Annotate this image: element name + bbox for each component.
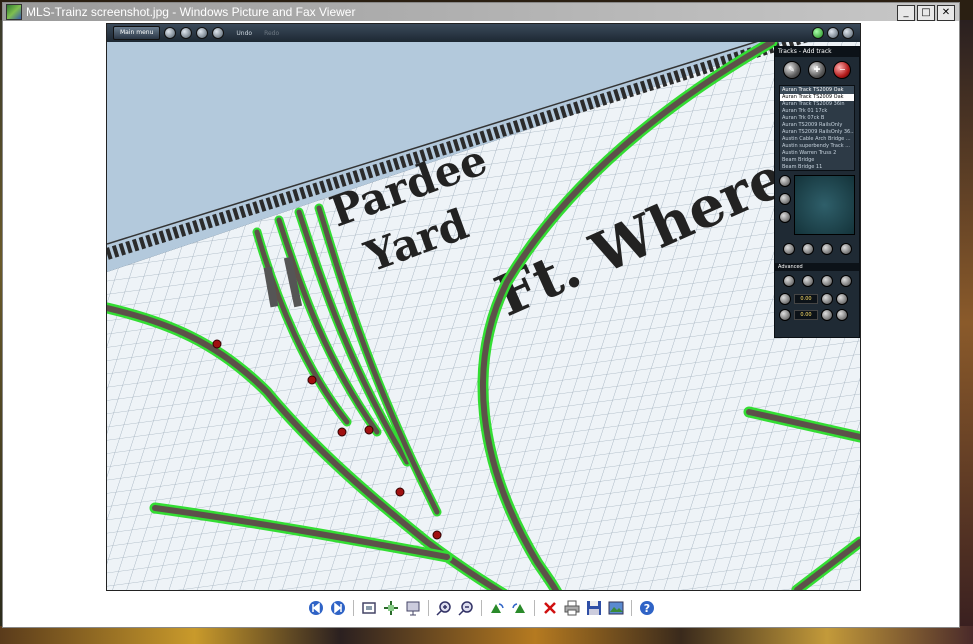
junction-marker [395, 487, 405, 497]
rotate-counterclockwise-icon[interactable] [510, 599, 528, 617]
add-track-tool-icon[interactable]: ✎ [782, 61, 801, 79]
delete-track-tool-icon[interactable]: − [833, 61, 852, 79]
toolbar-circle-icon[interactable] [212, 27, 225, 39]
redo-button[interactable]: Redo [264, 30, 279, 37]
status-green-icon[interactable] [812, 27, 824, 39]
list-item[interactable]: Beam Bridge [780, 157, 854, 164]
zoom-out-icon[interactable] [457, 599, 475, 617]
toolbar-circle-icon[interactable] [196, 27, 209, 39]
junction-marker [307, 375, 317, 385]
slideshow-icon[interactable] [404, 599, 422, 617]
best-fit-icon[interactable] [360, 599, 378, 617]
toolbar-circle-icon[interactable] [842, 27, 854, 39]
toolbar-separator [480, 600, 482, 616]
help-icon[interactable]: ? [638, 599, 656, 617]
tool-icon[interactable] [782, 243, 795, 255]
pan-preview-icon[interactable] [779, 211, 791, 223]
tool-icon[interactable] [820, 275, 833, 287]
toolbar-separator [352, 600, 354, 616]
list-item[interactable]: Auran Track TS2009 Oak [780, 94, 854, 101]
panel-title: Tracks - Add track [775, 47, 859, 57]
toolbar-separator [427, 600, 429, 616]
main-menu-button[interactable]: Main menu [113, 26, 161, 40]
toolbar-circle-icon[interactable] [164, 27, 177, 39]
picture-viewer-window: MLS-Trainz screenshot.jpg - Windows Pict… [2, 2, 960, 628]
decrement-icon[interactable] [779, 309, 791, 321]
title-bar[interactable]: MLS-Trainz screenshot.jpg - Windows Pict… [3, 3, 959, 21]
insert-spline-point-icon[interactable]: ✚ [807, 61, 826, 79]
save-icon[interactable] [585, 599, 603, 617]
rotate-preview-icon[interactable] [779, 175, 791, 187]
list-item[interactable]: Austin Warren Truss 2 [780, 150, 854, 157]
tool-icon[interactable] [839, 275, 852, 287]
window-title: MLS-Trainz screenshot.jpg - Windows Pict… [26, 5, 356, 19]
tool-icon[interactable] [801, 275, 814, 287]
toolbar-circle-icon[interactable] [827, 27, 839, 39]
tool-icon[interactable] [836, 309, 848, 321]
zoom-preview-icon[interactable] [779, 193, 791, 205]
list-item[interactable]: Beam Bridge 11 [780, 164, 854, 170]
tool-icon[interactable] [836, 293, 848, 305]
list-item[interactable]: Auran Track TS2009 36in [780, 101, 854, 108]
asset-preview [794, 175, 855, 235]
list-item[interactable]: Austin Cable Arch Bridge ... [780, 136, 854, 143]
svg-text:?: ? [643, 602, 649, 615]
rotate-clockwise-icon[interactable] [488, 599, 506, 617]
close-button[interactable]: ✕ [937, 5, 955, 21]
selected-asset-header: Auran Track TS2009 Oak [780, 86, 854, 94]
desktop-background-right [958, 20, 973, 626]
game-scene: Pardee Yard Ft. Whereami [107, 42, 860, 590]
junction-marker [337, 427, 347, 437]
app-icon [6, 4, 22, 20]
list-item[interactable]: Austin superbendy Track ... [780, 143, 854, 150]
previous-image-icon[interactable] [307, 599, 325, 617]
list-item[interactable]: Auran TS2009 RailsOnly 36... [780, 129, 854, 136]
cancel-icon[interactable] [801, 243, 814, 255]
list-item[interactable]: Auran TS2009 RailsOnly [780, 122, 854, 129]
increment-icon[interactable] [821, 309, 833, 321]
list-item[interactable]: Auran Trk 07ck B [780, 115, 854, 122]
image-canvas[interactable]: Main menu Undo Redo Pardee Yard Ft. Wher… [106, 23, 861, 591]
minimize-button[interactable]: _ [897, 5, 915, 21]
desktop-background-bottom [0, 626, 973, 644]
delete-icon[interactable] [541, 599, 559, 617]
junction-marker [364, 425, 374, 435]
junction-marker [212, 339, 222, 349]
zoom-in-icon[interactable] [435, 599, 453, 617]
tool-icon[interactable] [839, 243, 852, 255]
junction-marker [432, 530, 442, 540]
grade-value-field[interactable]: 0.00 [794, 310, 818, 320]
undo-button[interactable]: Undo [236, 30, 252, 37]
list-item[interactable]: Auran Trk 01 17ck [780, 108, 854, 115]
next-image-icon[interactable] [329, 599, 347, 617]
decrement-icon[interactable] [779, 293, 791, 305]
print-icon[interactable] [563, 599, 581, 617]
toolbar-circle-icon[interactable] [180, 27, 193, 39]
tool-icon[interactable] [820, 243, 833, 255]
tool-icon[interactable] [782, 275, 795, 287]
viewer-toolbar: ? [3, 597, 959, 619]
toolbar-separator [533, 600, 535, 616]
open-editor-icon[interactable] [607, 599, 625, 617]
toolbar-separator [630, 600, 632, 616]
advanced-section-toggle[interactable]: Advanced [775, 263, 859, 271]
game-toolbar: Main menu Undo Redo [107, 24, 860, 42]
track-tool-panel: Tracks - Add track ✎ ✚ − Auran Track TS2… [774, 46, 860, 338]
increment-icon[interactable] [821, 293, 833, 305]
height-value-field[interactable]: 0.00 [794, 294, 818, 304]
maximize-button[interactable]: □ [917, 5, 935, 21]
actual-size-icon[interactable] [382, 599, 400, 617]
track-asset-list[interactable]: Auran Track TS2009 Oak Auran Track TS200… [779, 85, 855, 171]
